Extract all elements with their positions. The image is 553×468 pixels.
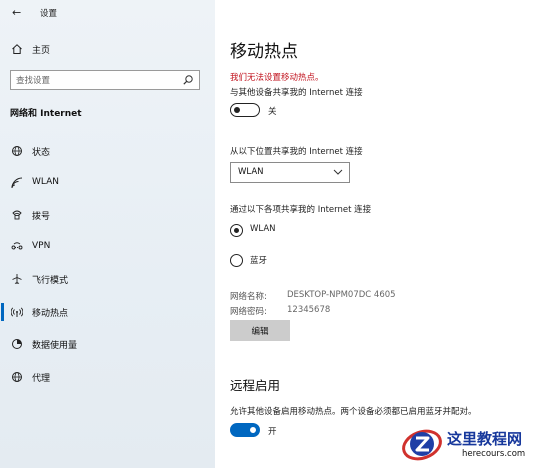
edit-button[interactable]: 编辑 — [230, 320, 290, 341]
remote-toggle[interactable] — [230, 423, 260, 437]
sidebar-item-label: 拨号 — [32, 212, 51, 222]
sidebar-item-label: WLAN — [32, 177, 60, 187]
radio-bluetooth[interactable] — [230, 254, 243, 267]
sidebar-item-label: 飞行模式 — [32, 276, 69, 286]
vpn-icon — [10, 240, 24, 254]
sidebar-item-label: 移动热点 — [32, 309, 69, 319]
network-password-key: 网络密码: — [230, 307, 267, 317]
phone-icon — [10, 208, 24, 222]
sidebar-item-label: 数据使用量 — [32, 341, 78, 351]
chevron-down-icon — [333, 168, 343, 176]
sidebar-item-dialup[interactable]: 拨号 — [0, 204, 215, 226]
sidebar-item-label: 代理 — [32, 374, 51, 384]
search-input[interactable] — [16, 74, 176, 87]
sidebar-item-wlan[interactable]: WLAN — [0, 172, 215, 194]
remote-title: 远程启用 — [230, 378, 281, 393]
main-content: 移动热点 我们无法设置移动热点。 与其他设备共享我的 Internet 连接 关… — [215, 0, 553, 468]
sidebar-item-proxy[interactable]: 代理 — [0, 366, 215, 388]
sidebar-item-hotspot[interactable]: 移动热点 — [0, 301, 215, 323]
radio-wlan[interactable] — [230, 224, 243, 237]
network-password-value: 12345678 — [287, 305, 331, 315]
share-from-select[interactable]: WLAN — [230, 162, 350, 183]
window-title: 设置 — [40, 9, 58, 19]
network-name-key: 网络名称: — [230, 292, 267, 302]
share-toggle[interactable] — [230, 103, 260, 117]
remote-description: 允许其他设备启用移动热点。两个设备必须都已启用蓝牙并配对。 — [230, 407, 477, 417]
airplane-icon — [10, 272, 24, 286]
share-label: 与其他设备共享我的 Internet 连接 — [230, 88, 363, 98]
home-icon — [10, 42, 24, 56]
logo-icon — [400, 423, 444, 465]
nav-home-label: 主页 — [32, 46, 51, 56]
share-via-label: 通过以下各项共享我的 Internet 连接 — [230, 205, 372, 215]
sidebar-item-vpn[interactable]: VPN — [0, 236, 215, 258]
remote-toggle-state: 开 — [268, 427, 277, 437]
page-title: 移动热点 — [230, 42, 298, 62]
watermark-url: herecours.com — [462, 449, 526, 459]
toggle-knob — [234, 106, 240, 113]
search-icon[interactable] — [182, 74, 194, 86]
radio-bluetooth-label: 蓝牙 — [250, 256, 268, 266]
data-usage-icon — [10, 337, 24, 351]
sidebar-item-airplane[interactable]: 飞行模式 — [0, 268, 215, 290]
share-toggle-state: 关 — [268, 107, 277, 117]
radio-wlan-label: WLAN — [250, 224, 276, 234]
sidebar-section-title: 网络和 Internet — [10, 109, 82, 119]
globe-icon — [10, 144, 24, 158]
sidebar: ← 设置 主页 网络和 Internet 状态 WLAN 拨号 — [0, 0, 215, 468]
sidebar-item-status[interactable]: 状态 — [0, 140, 215, 162]
share-from-label: 从以下位置共享我的 Internet 连接 — [230, 147, 363, 157]
wifi-icon — [10, 176, 24, 190]
title-bar: ← 设置 — [0, 0, 215, 24]
globe-icon — [10, 370, 24, 384]
back-arrow-icon[interactable]: ← — [12, 6, 21, 19]
sidebar-item-label: 状态 — [32, 148, 51, 158]
watermark: 这里教程网 herecours.com — [400, 423, 550, 465]
select-value: WLAN — [238, 167, 264, 177]
search-box[interactable] — [10, 70, 200, 90]
network-name-value: DESKTOP-NPM07DC 4605 — [287, 290, 396, 300]
toggle-knob — [250, 426, 256, 433]
active-indicator — [1, 303, 4, 321]
watermark-title: 这里教程网 — [447, 430, 523, 448]
error-message: 我们无法设置移动热点。 — [230, 73, 324, 83]
hotspot-icon — [10, 305, 24, 319]
nav-home[interactable]: 主页 — [0, 38, 215, 60]
sidebar-item-data-usage[interactable]: 数据使用量 — [0, 333, 215, 355]
sidebar-item-label: VPN — [32, 241, 51, 251]
